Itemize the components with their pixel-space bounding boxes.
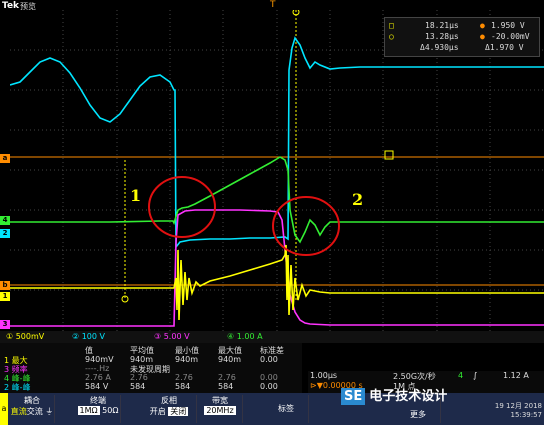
annotation-circle-1 <box>148 176 216 238</box>
bottom-menu-bar: a 耦合 直流交流 ⏚ 终端 1MΩ 50Ω 反相 开启 关闭 带宽 20MHz… <box>0 393 544 425</box>
cursor1-value: 1.950 V <box>491 21 525 30</box>
coupling-label: 耦合 <box>24 396 40 405</box>
cursor-point-a <box>384 150 394 160</box>
cursor-v1-icon: □ <box>389 21 394 30</box>
time: 15:39:57 <box>510 411 542 419</box>
more-label: 更多 <box>410 410 426 419</box>
ch3-ground-marker[interactable]: 3 <box>0 320 10 329</box>
invert-label: 反相 <box>161 396 177 405</box>
termination-50[interactable]: 50Ω <box>102 406 118 415</box>
cursor1-time: 18.21μs <box>425 21 459 30</box>
menu-chip: a <box>0 393 8 425</box>
datetime-display: 19 12月 2018 15:39:57 <box>480 401 542 419</box>
termination-button[interactable]: 终端 1MΩ 50Ω <box>76 395 121 423</box>
row4-mean: 584 <box>130 382 146 391</box>
trigger-position-marker[interactable]: T <box>270 0 276 10</box>
channel-scale-bar: ① 500mV ② 100 V ③ 5.00 V ④ 1.00 A <box>0 331 544 343</box>
ch4-ground-marker[interactable]: 4 <box>0 216 10 225</box>
ch3-scale[interactable]: ③ 5.00 V <box>152 332 192 342</box>
ch4-scale[interactable]: ④ 1.00 A <box>225 332 265 342</box>
invert-off[interactable]: 关闭 <box>168 407 189 416</box>
coupling-dc[interactable]: 直流 <box>11 407 27 416</box>
invert-button[interactable]: 反相 开启 关闭 <box>142 395 197 423</box>
tag-label: 标签 <box>278 404 294 413</box>
row3-value: 2.76 A <box>85 373 111 382</box>
measurement-table: 值 平均值 最小值 最大值 标准差 1 最大 940mV 940m 940m 9… <box>0 343 302 393</box>
waveform-display[interactable]: 1 2 <box>9 8 544 335</box>
invert-on[interactable]: 开启 <box>150 407 166 416</box>
cursor-v2-icon: ○ <box>389 32 394 41</box>
ch2-ground-marker[interactable]: 2 <box>0 229 10 238</box>
row4-value: 584 V <box>85 382 109 391</box>
row3-max: 2.76 <box>218 373 236 382</box>
row2-value: ----.Hz <box>85 364 110 373</box>
ch1-scale[interactable]: ① 500mV <box>4 332 46 342</box>
graticule-grid <box>10 10 544 335</box>
ch2-scale[interactable]: ② 100 V <box>70 332 107 342</box>
cursor2-time: 13.28μs <box>425 32 459 41</box>
date: 19 12月 2018 <box>494 402 542 410</box>
watermark: SE 电子技术设计 <box>341 385 448 405</box>
row4-min: 584 <box>175 382 191 391</box>
table-row[interactable]: 2 峰-峰 <box>4 382 31 393</box>
cursor2-value: -20.00mV <box>491 32 530 41</box>
bandwidth-value: 20MHz <box>204 406 236 415</box>
cursor-a-icon: ● <box>480 21 485 30</box>
graticule-and-traces <box>9 8 544 335</box>
row4-max: 584 <box>218 382 234 391</box>
row1-max: 940m <box>218 355 242 364</box>
coupling-button[interactable]: 耦合 直流交流 ⏚ <box>10 395 55 423</box>
ref-b-marker[interactable]: b <box>0 281 10 290</box>
coupling-ac[interactable]: 交流 <box>27 407 43 416</box>
bandwidth-label: 带宽 <box>212 396 228 405</box>
ch1-ground-marker[interactable]: 1 <box>0 292 10 301</box>
annotation-label-1: 1 <box>130 186 142 205</box>
trace-ch3-magenta <box>10 209 544 327</box>
trigger-slope-icon: ∫ <box>473 371 478 380</box>
watermark-text: 电子技术设计 <box>369 389 448 404</box>
row1-mean: 940m <box>130 355 154 364</box>
trigger-level[interactable]: 1.12 A <box>503 371 529 380</box>
row1-min: 940m <box>175 355 199 364</box>
watermark-logo: SE <box>341 388 366 405</box>
trigger-source[interactable]: 4 <box>458 371 463 380</box>
horizontal-scale[interactable]: 1.00μs <box>310 371 337 380</box>
termination-label: 终端 <box>90 396 106 405</box>
cursor-b-icon: ● <box>480 32 485 41</box>
ground-icon: ⏚ <box>45 407 54 416</box>
bandwidth-button[interactable]: 带宽 20MHz <box>198 395 243 423</box>
row3-min: 2.76 <box>175 373 193 382</box>
cursor-delta-time: Δ4.930μs <box>420 43 459 52</box>
row4-std: 0.00 <box>260 382 278 391</box>
row1-std: 0.00 <box>260 355 278 364</box>
row1-value: 940mV <box>85 355 114 364</box>
label-button[interactable]: 标签 <box>264 395 309 423</box>
cursor-delta-value: Δ1.970 V <box>485 43 524 52</box>
termination-1m[interactable]: 1MΩ <box>77 406 100 415</box>
row3-std: 0.00 <box>260 373 278 382</box>
cursor-readout-panel: □ 18.21μs ● 1.950 V ○ 13.28μs ● -20.00mV… <box>384 17 540 57</box>
ref-a-marker[interactable]: a <box>0 154 10 163</box>
annotation-label-2: 2 <box>352 190 364 209</box>
row3-mean: 2.76 <box>130 373 148 382</box>
